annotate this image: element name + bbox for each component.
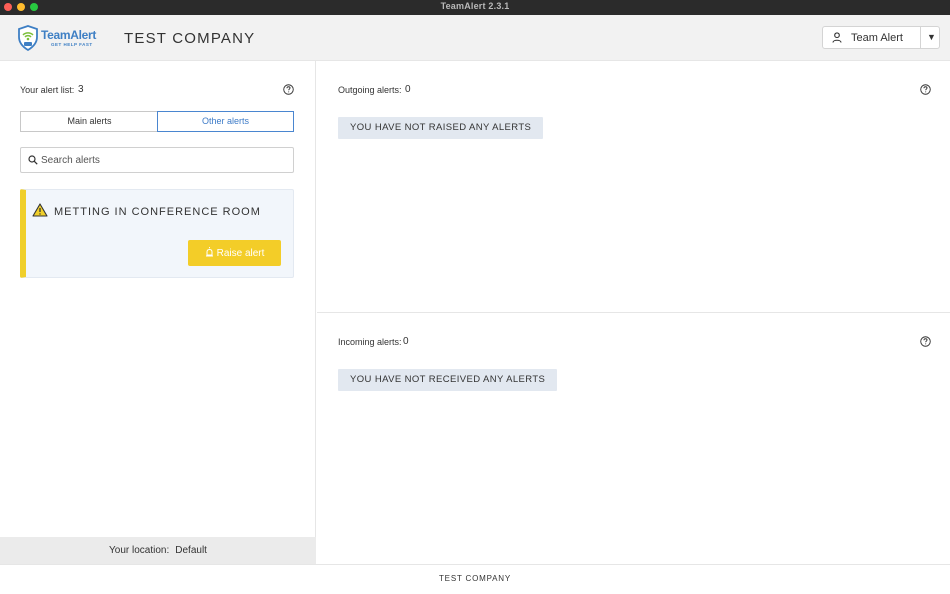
alert-tabs: Main alerts Other alerts [20,111,294,132]
user-name: Team Alert [851,32,903,44]
search-box [20,147,294,173]
tab-main-alerts[interactable]: Main alerts [20,111,158,132]
incoming-alerts-count: 0 [403,336,409,347]
window-titlebar: TeamAlert 2.3.1 [0,0,950,15]
logo-name: TeamAlert [41,28,97,42]
location-value: Default [175,545,207,556]
app-header: TeamAlert GET HELP FAST TEST COMPANY Tea… [0,15,950,61]
warning-triangle-icon [32,203,48,217]
user-menu-divider [920,27,921,48]
alert-title: METTING IN CONFERENCE ROOM [54,206,261,218]
logo-tagline: GET HELP FAST [51,42,93,47]
alarm-light-icon [205,247,213,257]
search-icon [28,155,38,165]
incoming-alerts-label: Incoming alerts: [338,337,402,347]
person-icon [832,32,842,43]
footer: TEST COMPANY [0,564,950,594]
alert-card: METTING IN CONFERENCE ROOM Raise alert [20,189,294,278]
raise-alert-button[interactable]: Raise alert [188,240,281,266]
question-circle-icon[interactable] [920,84,931,95]
user-menu-dropdown[interactable]: Team Alert ▼ [822,26,940,49]
location-bar: Your location: Default [0,537,316,564]
question-circle-icon[interactable] [920,336,931,347]
outgoing-alerts-label: Outgoing alerts: [338,85,402,95]
raise-alert-label: Raise alert [216,248,265,259]
incoming-empty-message: YOU HAVE NOT RECEIVED ANY ALERTS [338,369,558,391]
search-input[interactable] [41,152,286,168]
alert-list-count: 3 [78,84,84,95]
chevron-down-icon[interactable]: ▼ [927,32,936,42]
tab-other-alerts[interactable]: Other alerts [157,111,294,132]
window-title: TeamAlert 2.3.1 [440,1,510,11]
outgoing-alerts-count: 0 [405,84,411,95]
question-circle-icon[interactable] [283,84,294,95]
alert-list-pane: Your alert list: 3 Main alerts Other ale… [0,61,316,564]
teamalert-logo: TeamAlert GET HELP FAST [17,25,99,51]
alert-list-label: Your alert list: [20,85,75,95]
shield-logo-icon [18,25,38,51]
alerts-status-pane: Outgoing alerts: 0 YOU HAVE NOT RAISED A… [317,61,950,564]
company-title: TEST COMPANY [124,30,256,47]
location-label: Your location: [109,545,170,556]
outgoing-empty-message: YOU HAVE NOT RAISED ANY ALERTS [338,117,544,139]
section-divider [317,312,950,313]
